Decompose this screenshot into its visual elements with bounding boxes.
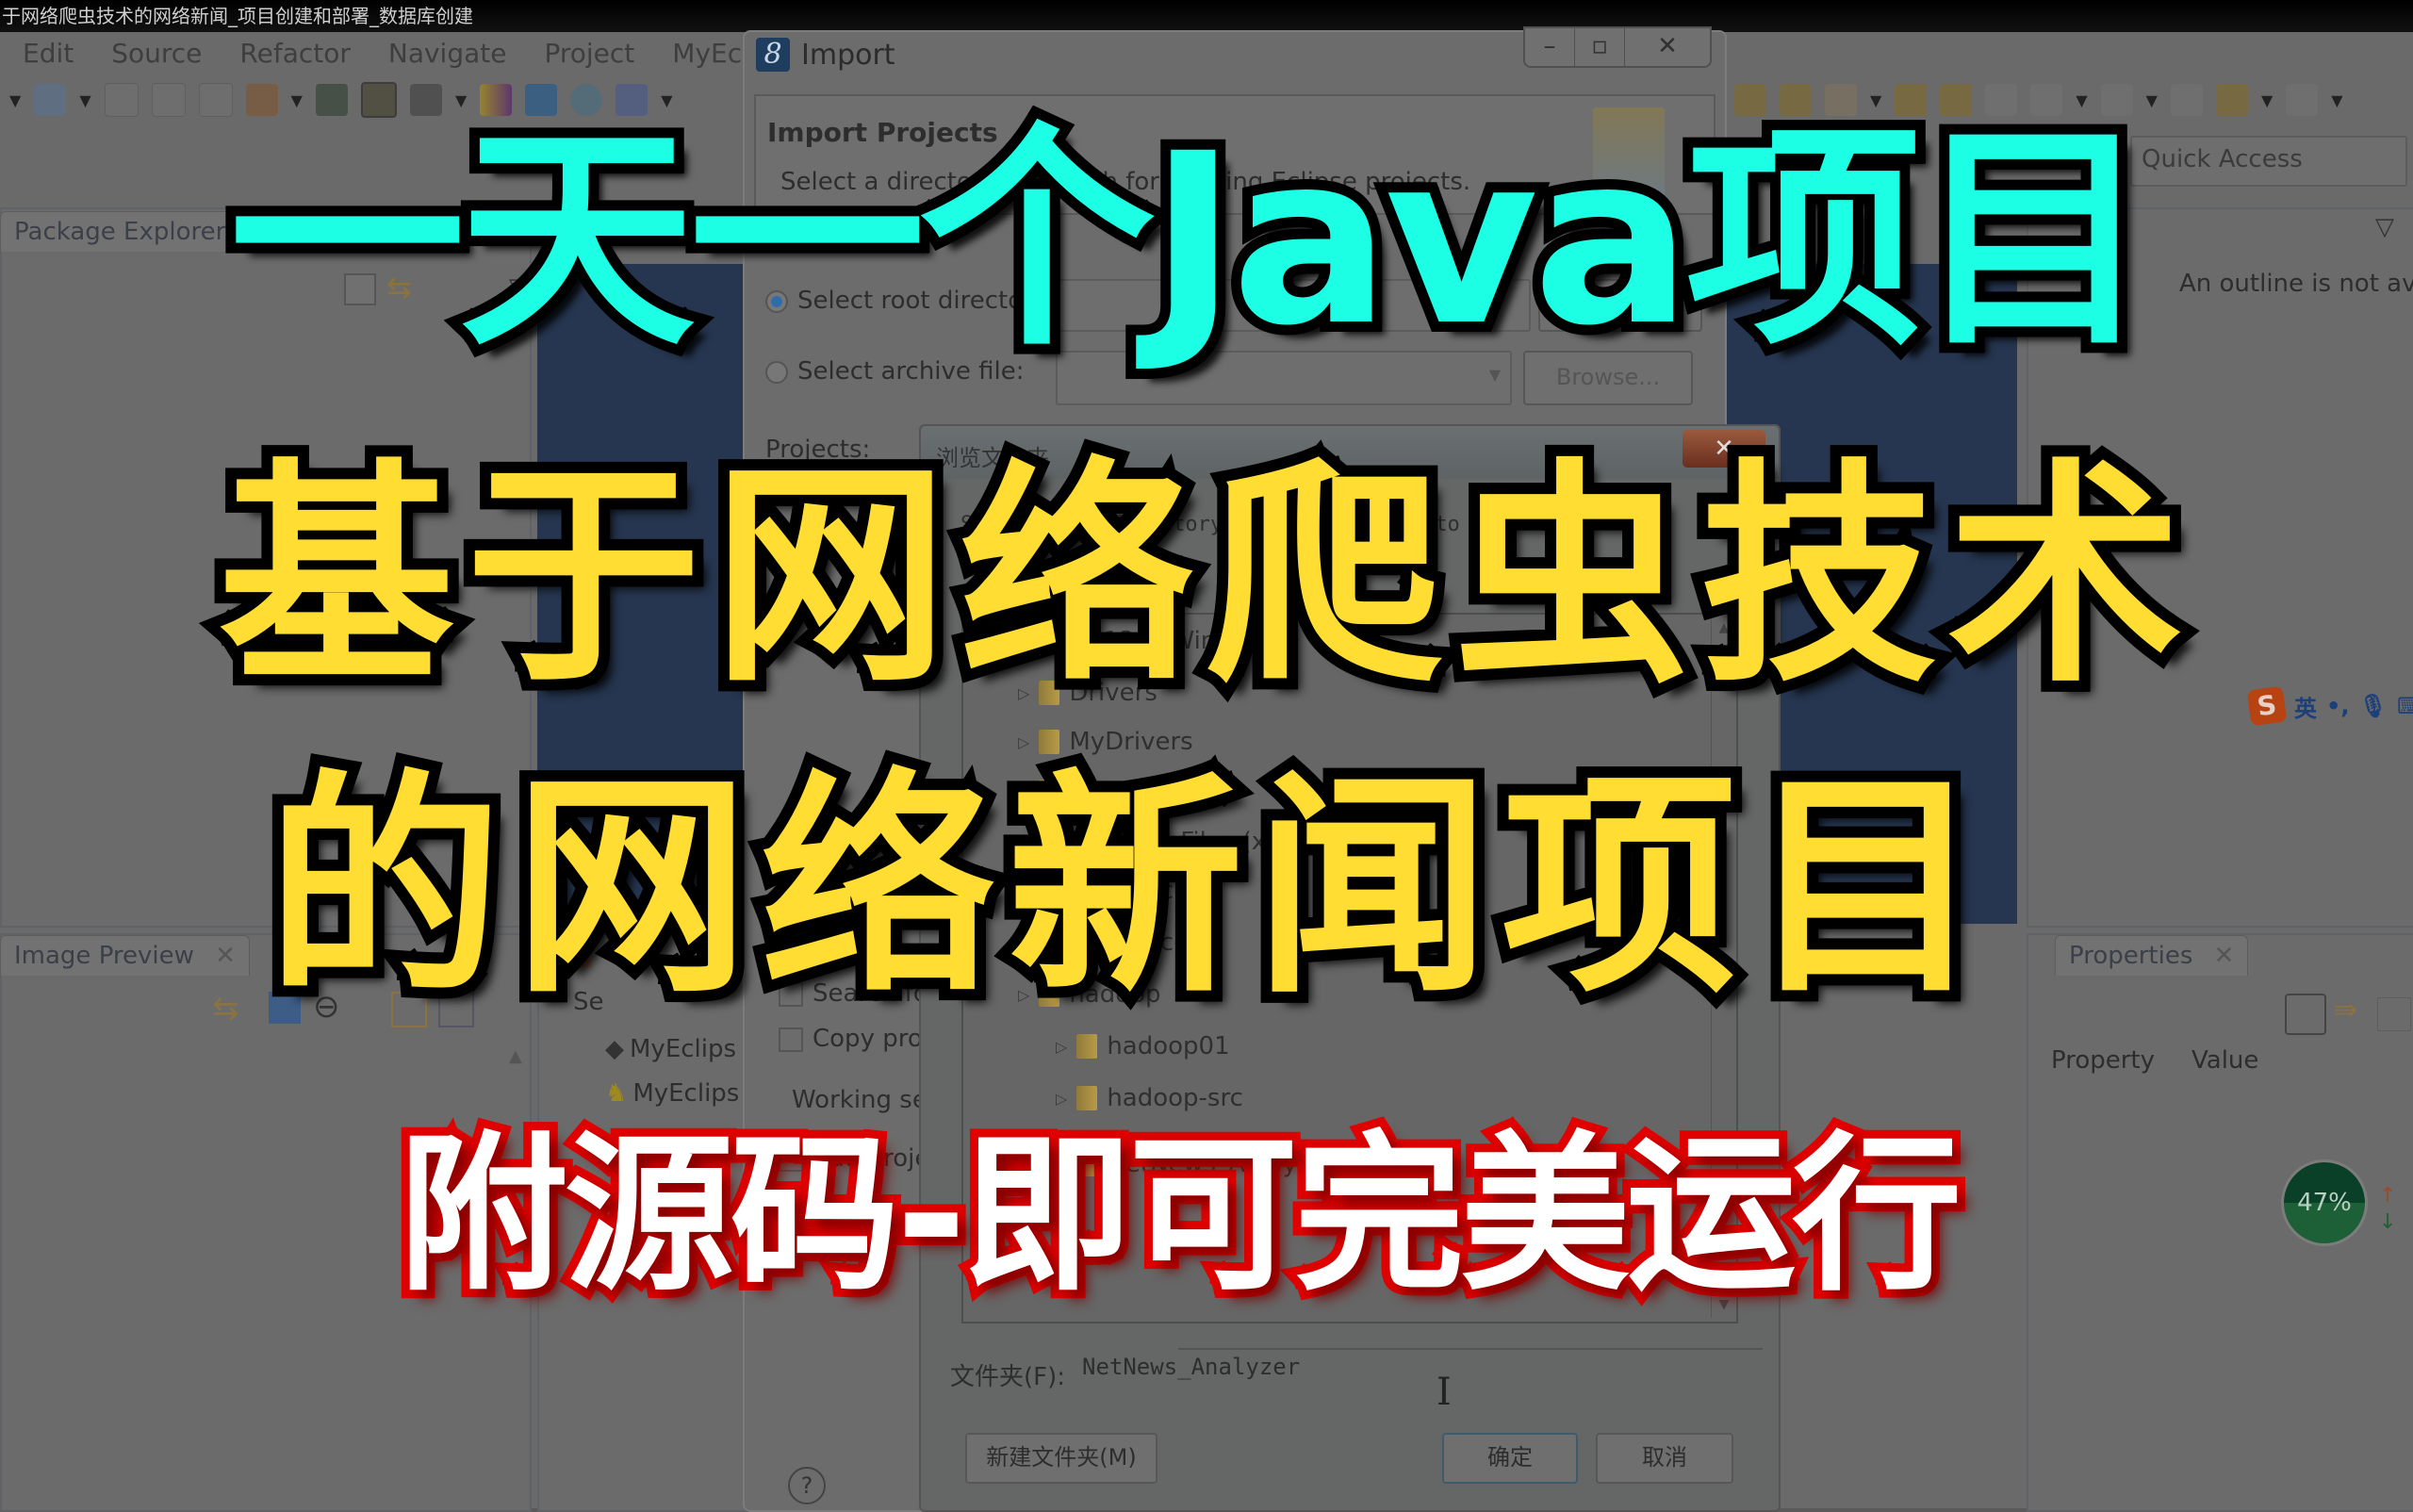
window-title: 于网络爬虫技术的网络新闻_项目创建和部署_数据库创建	[2, 5, 473, 27]
menu-refactor[interactable]: Refactor	[217, 32, 365, 74]
headline-line2: 基于网络爬虫技术	[207, 436, 2194, 714]
server-item[interactable]: ◆ MyEclips	[605, 1035, 736, 1063]
ok-button[interactable]: 确定	[1442, 1433, 1578, 1484]
dropdown-arrow-icon[interactable]: ▼	[2331, 91, 2342, 109]
new-icon[interactable]	[34, 84, 67, 116]
folder-label: 文件夹(F):	[950, 1363, 1066, 1391]
cancel-button[interactable]: 取消	[1596, 1433, 1733, 1484]
maximize-icon[interactable]: ▫	[1575, 28, 1625, 66]
myeclipse-logo-icon: 8	[756, 38, 790, 72]
close-icon[interactable]: ✕	[1625, 28, 1710, 66]
dropdown-arrow-icon[interactable]: ▼	[2146, 91, 2158, 109]
divider	[1178, 1348, 1763, 1350]
tree-item-label: hadoop-src	[1107, 1084, 1243, 1112]
headline-line4: 附源码-即可完美运行	[390, 1113, 1971, 1319]
tree-item[interactable]: ▷ hadoop01	[1056, 1032, 1230, 1060]
dialog-window-controls: – ▫ ✕	[1523, 26, 1712, 68]
dropdown-arrow-icon[interactable]: ▼	[79, 91, 90, 109]
menu-source[interactable]: Source	[89, 32, 217, 74]
forward-icon[interactable]	[2286, 84, 2319, 116]
save-icon[interactable]	[104, 83, 139, 117]
expand-arrow-icon[interactable]: ▷	[1056, 1038, 1067, 1056]
column-property: Property	[2051, 1046, 2156, 1075]
folder-value[interactable]: NetNews_Analyzer	[1082, 1354, 1300, 1380]
headline-line1: 一天一个Java项目	[219, 103, 2161, 377]
column-value: Value	[2191, 1046, 2259, 1075]
save-all-icon[interactable]	[151, 83, 186, 117]
window-title-bar: 于网络爬虫技术的网络新闻_项目创建和部署_数据库创建	[0, 0, 2413, 32]
new-folder-button[interactable]: 新建文件夹(M)	[965, 1433, 1157, 1484]
expand-arrow-icon[interactable]: ▷	[1056, 1090, 1067, 1108]
help-icon[interactable]: ?	[788, 1467, 826, 1504]
folder-icon	[1076, 1086, 1098, 1110]
text-cursor-icon: I	[1436, 1371, 1452, 1414]
minimize-icon[interactable]: –	[1525, 28, 1575, 66]
checkbox[interactable]	[779, 1027, 803, 1052]
last-edit-icon[interactable]	[2170, 84, 2203, 116]
print-icon[interactable]	[198, 83, 233, 117]
menu-navigate[interactable]: Navigate	[366, 32, 522, 74]
server-hat-icon: ◆	[605, 1035, 624, 1063]
menu-bar: Edit Source Refactor Navigate Project My…	[0, 32, 911, 74]
folder-icon	[1076, 1034, 1098, 1059]
server-item[interactable]: ♞ MyEclips	[605, 1079, 739, 1108]
scroll-up-icon[interactable]: ▲	[509, 1046, 522, 1066]
dropdown-arrow-icon[interactable]: ▼	[2261, 91, 2273, 109]
menu-project[interactable]: Project	[521, 32, 649, 74]
back-icon[interactable]	[2215, 84, 2248, 116]
server-bull-icon: ♞	[605, 1079, 628, 1108]
tree-item[interactable]: ▷ hadoop-src	[1056, 1084, 1243, 1112]
restore-defaults-icon[interactable]	[2377, 997, 2411, 1031]
menu-edit[interactable]: Edit	[0, 32, 89, 74]
headline-line3: 的网络新闻项目	[255, 748, 1995, 1025]
tree-item-label: hadoop01	[1107, 1032, 1230, 1060]
import-dialog-title: 8 Import	[756, 38, 895, 72]
dropdown-arrow-icon[interactable]: ▼	[9, 91, 21, 109]
